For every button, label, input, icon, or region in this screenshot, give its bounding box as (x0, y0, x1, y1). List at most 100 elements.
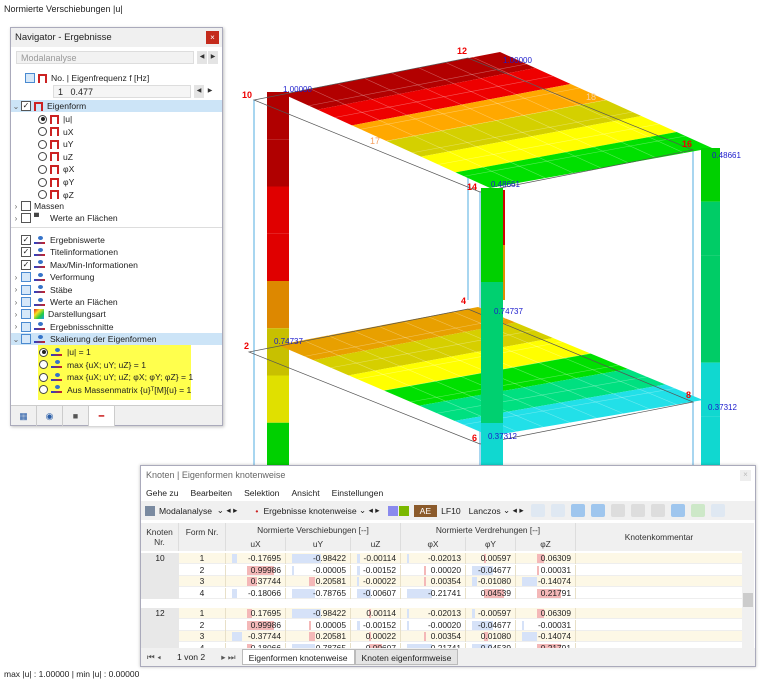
header-group-displacements[interactable]: Normierte Verschiebungen [--] (226, 523, 401, 537)
header-knoten[interactable]: Knoten Nr. (141, 523, 179, 551)
tab-camera-icon[interactable]: ■ (63, 406, 89, 426)
menu-item[interactable]: Selektion (244, 485, 279, 501)
loadcase-select[interactable]: Modalanalyse (16, 51, 194, 64)
checkbox[interactable]: ✓ (21, 235, 31, 245)
tree-item-display[interactable]: ✓ Ergebniswerte (11, 234, 105, 246)
header-py[interactable]: φY (466, 537, 516, 551)
next-page-button[interactable]: ▸ ⏭ (215, 652, 241, 663)
vertical-scrollbar[interactable] (742, 523, 754, 648)
radio[interactable] (39, 372, 48, 382)
radio[interactable] (39, 360, 48, 370)
scaling-option[interactable]: max {uX; uY; uZ} = 1 (11, 359, 146, 371)
close-button[interactable]: × (206, 31, 219, 44)
cell-value: -0.00152 (362, 564, 396, 575)
expand-chevron-icon[interactable]: › (11, 298, 21, 307)
radio[interactable] (38, 139, 47, 149)
tree-item-component[interactable]: φX (11, 163, 74, 175)
header-ux[interactable]: uX (226, 537, 286, 551)
scaling-option[interactable]: max {uX; uY; uZ; φX; φY; φZ} = 1 (11, 371, 193, 383)
tree-item-display[interactable]: › Verformung (11, 271, 94, 283)
checkbox[interactable] (21, 284, 31, 295)
color-scale-icon[interactable] (670, 504, 685, 517)
deform-toggle-icon[interactable] (570, 504, 585, 517)
tab-view-eye-icon[interactable]: ◉ (37, 406, 63, 426)
radio[interactable] (39, 347, 48, 357)
checkbox[interactable] (21, 334, 31, 345)
tab-knoten-eigenformweise[interactable]: Knoten eigenformweise (354, 649, 459, 665)
expand-chevron-icon[interactable]: › (11, 322, 21, 331)
columns-icon[interactable] (610, 504, 625, 517)
loadcase-select[interactable]: Modalanalyse ⌄ ◂ ▸ (141, 502, 241, 519)
header-group-rotations[interactable]: Normierte Verdrehungen [--] (401, 523, 576, 537)
radio[interactable] (38, 177, 47, 187)
checkbox[interactable] (21, 309, 31, 320)
value-cell: -0.00597 (466, 608, 516, 619)
scaling-option[interactable]: Aus Massenmatrix {u}ᵀ[M]{u} = 1 (11, 384, 191, 396)
menu-item[interactable]: Bearbeiten (191, 485, 233, 501)
tree-item-eigenform[interactable]: ⌄ ✓ Eigenform (11, 100, 222, 112)
next-arrow[interactable]: ▶ (208, 51, 218, 64)
header-comment[interactable]: Knotenkommentar (576, 523, 743, 551)
jump-icon[interactable] (530, 504, 545, 517)
insert-icon[interactable] (630, 504, 645, 517)
expand-chevron-icon[interactable]: ⌄ (11, 335, 21, 344)
header-pz[interactable]: φZ (516, 537, 576, 551)
next-arrow[interactable]: ▶ (205, 85, 215, 98)
checkbox[interactable]: ✓ (21, 247, 31, 258)
export-icon[interactable] (690, 504, 705, 517)
menu-item[interactable]: Gehe zu (146, 485, 179, 501)
radio[interactable] (38, 190, 47, 200)
tab-eigenformen-knotenweise[interactable]: Eigenformen knotenweise (241, 649, 355, 665)
radio[interactable] (39, 385, 48, 395)
tree-item-component[interactable]: uY (11, 138, 74, 150)
close-icon[interactable]: × (740, 470, 751, 481)
checkbox[interactable] (25, 73, 35, 83)
expand-chevron-icon[interactable]: › (11, 285, 21, 294)
solver-select[interactable]: Lanczos ⌄ ◂ ▸ (465, 502, 528, 519)
tree-item-display[interactable]: › Stäbe (11, 284, 72, 296)
tree-item-display[interactable]: ⌄ Skalierung der Eigenformen (11, 333, 222, 346)
tab-results-icon[interactable]: ━ (89, 406, 115, 426)
values-toggle-icon[interactable] (590, 504, 605, 517)
menu-item[interactable]: Ansicht (291, 485, 319, 501)
checkbox[interactable] (21, 272, 31, 283)
mode-select[interactable]: 1 0.477 (53, 85, 191, 98)
checkbox[interactable]: ✓ (21, 259, 31, 270)
expand-chevron-icon[interactable]: › (11, 273, 21, 282)
tree-item-component[interactable]: uZ (11, 151, 73, 163)
header-px[interactable]: φX (401, 537, 466, 551)
checkbox[interactable] (21, 297, 31, 307)
prev-arrow[interactable]: ◀ (194, 85, 204, 98)
menu-item[interactable]: Einstellungen (332, 485, 384, 501)
tree-item-werte[interactable]: › ▀ Werte an Flächen (11, 212, 118, 224)
prev-arrow[interactable]: ◀ (197, 51, 207, 64)
result-type-select[interactable]: • Ergebnisse knotenweise ⌄ ◂ ▸ (251, 502, 383, 519)
tree-item-massen[interactable]: › Massen (11, 200, 64, 212)
checkbox[interactable] (21, 321, 31, 332)
tree-item-display[interactable]: › Ergebnisschnitte (11, 321, 114, 333)
radio[interactable] (38, 127, 47, 137)
expand-chevron-icon[interactable]: › (11, 310, 21, 319)
node-label: 17 (370, 136, 380, 146)
tab-data-icon[interactable]: ▦ (11, 406, 37, 426)
radio[interactable] (38, 114, 47, 124)
tree-item-display[interactable]: › Werte an Flächen (11, 296, 118, 308)
scaling-option[interactable]: |u| = 1 (11, 346, 91, 358)
tree-item-display[interactable]: ✓ Titelinformationen (11, 246, 118, 258)
filter-icon[interactable] (710, 504, 725, 517)
header-uz[interactable]: uZ (351, 537, 401, 551)
tree-item-component[interactable]: φZ (11, 189, 74, 201)
first-page-button[interactable]: ⏮ ◂ (141, 652, 167, 663)
tree-item-component[interactable]: |u| (11, 113, 72, 125)
tree-item-display[interactable]: › Darstellungsart (11, 308, 106, 320)
tree-item-component[interactable]: φY (11, 176, 74, 188)
radio[interactable] (38, 164, 47, 174)
value-bar (423, 577, 426, 586)
radio[interactable] (38, 152, 47, 162)
header-uy[interactable]: uY (286, 537, 351, 551)
tree-item-display[interactable]: ✓ Max/Min-Informationen (11, 259, 138, 271)
jump-back-icon[interactable] (550, 504, 565, 517)
delete-icon[interactable] (650, 504, 665, 517)
header-form[interactable]: Form Nr. (179, 523, 226, 551)
tree-item-component[interactable]: uX (11, 126, 74, 138)
